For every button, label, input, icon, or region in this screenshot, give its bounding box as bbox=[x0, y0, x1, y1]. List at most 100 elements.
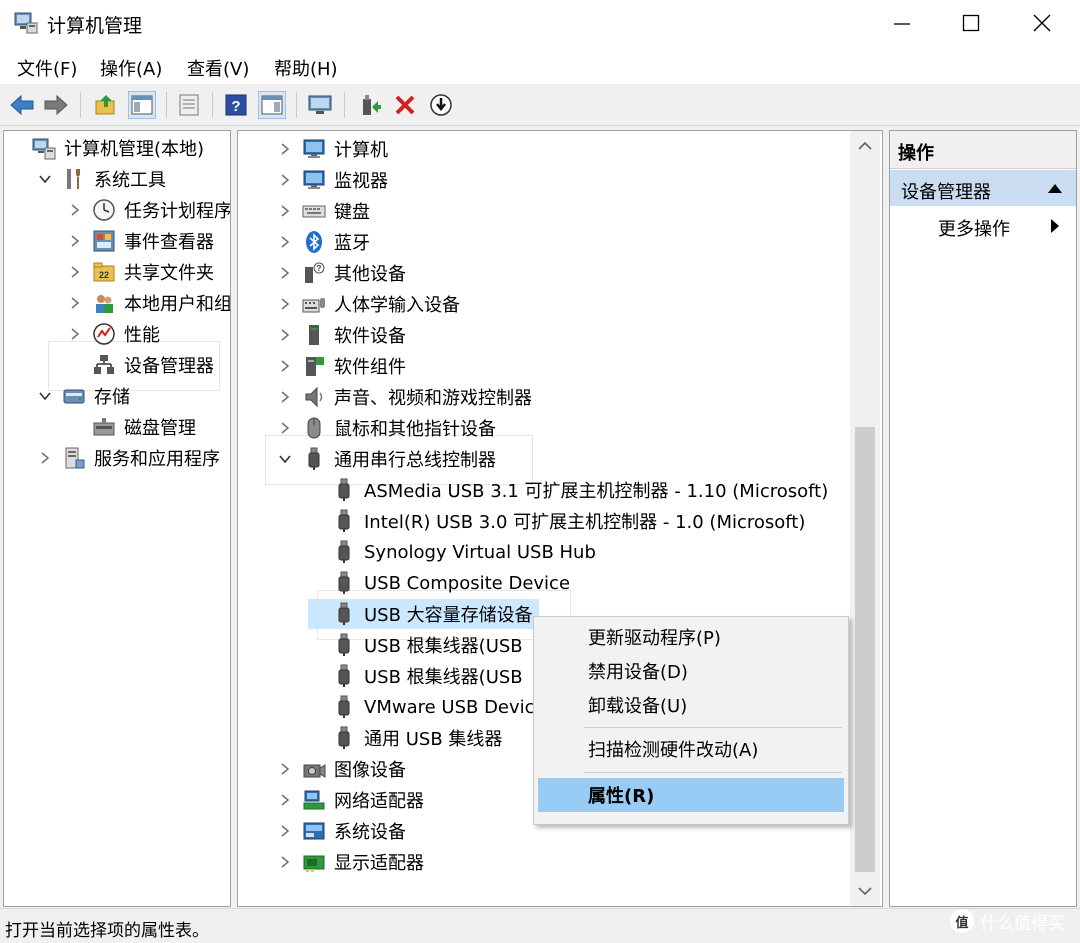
scroll-down-button[interactable] bbox=[850, 876, 880, 906]
device-tree-item[interactable]: 显示适配器 bbox=[278, 847, 424, 877]
menu-help[interactable]: 帮助(H) bbox=[274, 55, 338, 81]
computer-management-icon bbox=[14, 12, 38, 34]
nav-tree-item[interactable]: 本地用户和组 bbox=[68, 288, 230, 318]
update-driver-button[interactable] bbox=[356, 91, 384, 119]
device-tree-item[interactable]: 软件设备 bbox=[278, 320, 406, 350]
help-icon: ? bbox=[225, 94, 247, 116]
usb-icon bbox=[332, 726, 356, 750]
expand-right-chevron-icon[interactable] bbox=[278, 204, 292, 218]
ctx-disable-device[interactable]: 禁用设备(D) bbox=[538, 654, 844, 688]
more-actions-link[interactable]: 更多操作 bbox=[938, 215, 1010, 241]
device-tree-item[interactable]: USB Composite Device bbox=[308, 568, 570, 598]
ctx-properties[interactable]: 属性(R) bbox=[538, 778, 844, 812]
forward-button[interactable] bbox=[42, 91, 70, 119]
help-button[interactable]: ? bbox=[222, 91, 250, 119]
device-tree-item[interactable]: 网络适配器 bbox=[278, 785, 424, 815]
expand-down-chevron-icon[interactable] bbox=[278, 452, 292, 466]
nav-tree-item[interactable]: 设备管理器 bbox=[68, 350, 214, 380]
close-button[interactable] bbox=[1008, 0, 1076, 46]
expand-right-chevron-icon[interactable] bbox=[68, 327, 82, 341]
device-tree-item[interactable]: Synology Virtual USB Hub bbox=[308, 537, 596, 567]
nav-tree-item[interactable]: 存储 bbox=[38, 381, 130, 411]
device-tree-item[interactable]: 键盘 bbox=[278, 196, 370, 226]
expand-right-chevron-icon[interactable] bbox=[278, 390, 292, 404]
maximize-button[interactable] bbox=[937, 0, 1005, 46]
device-tree-item[interactable]: 监视器 bbox=[278, 165, 388, 195]
device-tree-item[interactable]: 人体学输入设备 bbox=[278, 289, 460, 319]
menu-file[interactable]: 文件(F) bbox=[17, 55, 77, 81]
menu-action[interactable]: 操作(A) bbox=[100, 55, 162, 81]
nav-tree-item[interactable]: 系统工具 bbox=[38, 164, 166, 194]
properties-button[interactable] bbox=[175, 91, 203, 119]
device-tree-item[interactable]: USB 根集线器(USB bbox=[308, 630, 523, 660]
device-tree-item[interactable]: Intel(R) USB 3.0 可扩展主机控制器 - 1.0 (Microso… bbox=[308, 506, 805, 536]
expand-right-chevron-icon[interactable] bbox=[278, 855, 292, 869]
title-bar[interactable]: 计算机管理 bbox=[0, 0, 1080, 46]
nav-tree-item[interactable]: 服务和应用程序 bbox=[38, 443, 220, 473]
expand-right-chevron-icon[interactable] bbox=[278, 266, 292, 280]
device-tree-item[interactable]: 蓝牙 bbox=[278, 227, 370, 257]
expand-right-chevron-icon[interactable] bbox=[68, 296, 82, 310]
svg-text:?: ? bbox=[231, 98, 240, 115]
scroll-up-button[interactable] bbox=[850, 131, 880, 161]
device-tree-item[interactable]: 系统设备 bbox=[278, 816, 406, 846]
up-button[interactable] bbox=[92, 91, 120, 119]
device-tree-label: 通用串行总线控制器 bbox=[334, 450, 496, 471]
show-hide-tree-button[interactable] bbox=[128, 91, 156, 119]
minimize-button[interactable] bbox=[868, 0, 936, 46]
expand-right-chevron-icon[interactable] bbox=[278, 173, 292, 187]
device-tree-item[interactable]: USB 大容量存储设备 bbox=[308, 599, 539, 629]
expand-right-chevron-icon[interactable] bbox=[278, 762, 292, 776]
nav-tree-item[interactable]: 事件查看器 bbox=[68, 226, 214, 256]
ctx-update-driver[interactable]: 更新驱动程序(P) bbox=[538, 620, 844, 654]
nav-tree-item[interactable]: 计算机管理(本地) bbox=[8, 133, 204, 163]
device-tree-item[interactable]: VMware USB Devic bbox=[308, 692, 535, 722]
device-tree-item[interactable]: 图像设备 bbox=[278, 754, 406, 784]
device-tree-item[interactable]: 计算机 bbox=[278, 134, 388, 164]
expand-right-chevron-icon[interactable] bbox=[278, 235, 292, 249]
expand-right-chevron-icon[interactable] bbox=[278, 359, 292, 373]
expand-down-chevron-icon[interactable] bbox=[38, 389, 52, 403]
back-button[interactable] bbox=[8, 91, 36, 119]
device-tree-label: 键盘 bbox=[334, 202, 370, 223]
scroll-thumb[interactable] bbox=[855, 427, 875, 872]
actions-section-device-manager[interactable]: 设备管理器 bbox=[890, 170, 1076, 206]
expand-right-chevron-icon[interactable] bbox=[68, 265, 82, 279]
device-tree-item[interactable]: 声音、视频和游戏控制器 bbox=[278, 382, 532, 412]
device-tree-label: 软件组件 bbox=[334, 357, 406, 378]
expand-right-chevron-icon[interactable] bbox=[278, 824, 292, 838]
nav-tree-label: 共享文件夹 bbox=[124, 263, 214, 284]
expand-right-chevron-icon[interactable] bbox=[68, 203, 82, 217]
expand-down-chevron-icon[interactable] bbox=[38, 172, 52, 186]
toolbar-separator bbox=[344, 92, 345, 118]
expand-right-chevron-icon[interactable] bbox=[278, 142, 292, 156]
device-tree-item[interactable]: ? 其他设备 bbox=[278, 258, 406, 288]
nav-tree-item[interactable]: 磁盘管理 bbox=[68, 412, 196, 442]
device-tree-item[interactable]: 鼠标和其他指针设备 bbox=[278, 413, 496, 443]
expand-right-chevron-icon[interactable] bbox=[278, 328, 292, 342]
menu-view[interactable]: 查看(V) bbox=[187, 55, 249, 81]
expand-right-chevron-icon[interactable] bbox=[38, 451, 52, 465]
expand-right-chevron-icon[interactable] bbox=[278, 793, 292, 807]
ctx-scan-hardware[interactable]: 扫描检测硬件改动(A) bbox=[538, 732, 844, 766]
computer-button[interactable] bbox=[306, 91, 334, 119]
expand-right-chevron-icon[interactable] bbox=[278, 421, 292, 435]
device-tree-label: 计算机 bbox=[334, 140, 388, 161]
ctx-uninstall-device[interactable]: 卸载设备(U) bbox=[538, 688, 844, 722]
device-tree-item[interactable]: 通用串行总线控制器 bbox=[278, 444, 496, 474]
nav-tree-item[interactable]: 22 共享文件夹 bbox=[68, 257, 214, 287]
expand-right-chevron-icon[interactable] bbox=[278, 297, 292, 311]
expand-right-chevron-icon[interactable] bbox=[68, 234, 82, 248]
nav-tree-item[interactable]: 性能 bbox=[68, 319, 160, 349]
uninstall-button[interactable] bbox=[391, 91, 419, 119]
scan-hardware-button[interactable] bbox=[427, 91, 455, 119]
device-tree-item[interactable]: USB 根集线器(USB bbox=[308, 661, 523, 691]
nav-tree-label: 磁盘管理 bbox=[124, 418, 196, 439]
vertical-scrollbar[interactable] bbox=[850, 131, 880, 906]
nav-tree-item[interactable]: 任务计划程序 bbox=[68, 195, 230, 225]
device-tree-item[interactable]: 通用 USB 集线器 bbox=[308, 723, 502, 753]
device-tree-item[interactable]: ASMedia USB 3.1 可扩展主机控制器 - 1.10 (Microso… bbox=[308, 475, 828, 505]
show-action-pane-button[interactable] bbox=[258, 91, 286, 119]
device-tree-item[interactable]: 软件组件 bbox=[278, 351, 406, 381]
